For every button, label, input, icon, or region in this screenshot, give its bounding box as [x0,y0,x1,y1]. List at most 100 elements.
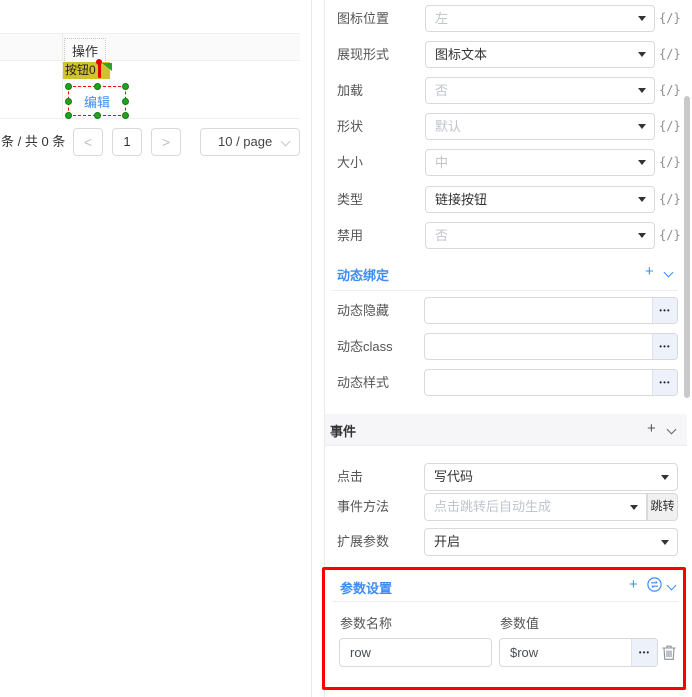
select-value: 链接按钮 [435,187,487,212]
pin-flag-shape [102,63,112,71]
dynamic-style-input[interactable]: ••• [424,369,678,396]
code-binding-icon[interactable]: {/} [659,113,681,140]
add-binding-icon[interactable]: + [645,263,654,280]
dynamic-hide-input[interactable]: ••• [424,297,678,324]
code-binding-icon[interactable]: {/} [659,5,681,32]
dynamic-binding-title: 动态绑定 [337,265,389,284]
select-value: 否 [435,78,448,103]
param-name-header: 参数名称 [340,613,392,632]
resize-handle-sw[interactable] [65,112,72,119]
resize-handle-se[interactable] [122,112,129,119]
selection-box[interactable]: 编辑 [68,86,126,116]
click-event-select[interactable]: 写代码 [424,463,678,491]
resize-handle-nw[interactable] [65,83,72,90]
pagination-prev-button[interactable]: < [73,128,103,156]
caret-down-icon [638,197,646,202]
collapse-chevron-icon[interactable] [664,268,674,278]
code-binding-icon[interactable]: {/} [659,149,681,176]
field-label-dynamic-class: 动态class [337,333,393,360]
field-label-dynamic-style: 动态样式 [337,369,389,396]
table-header-row [0,33,300,61]
chevron-down-icon [281,137,291,147]
resize-handle-w[interactable] [65,98,72,105]
display-form-select[interactable]: 图标文本 [425,41,655,68]
resize-handle-s[interactable] [94,112,101,119]
dynamic-class-input[interactable]: ••• [424,333,678,360]
param-value-input[interactable]: $row ••• [499,638,658,667]
collapse-chevron-icon[interactable] [667,425,677,435]
more-button[interactable]: ••• [652,370,677,395]
more-button[interactable]: ••• [652,298,677,323]
add-event-icon[interactable]: + [647,420,656,437]
disabled-select[interactable]: 否 [425,222,655,249]
pagination-page-1-button[interactable]: 1 [112,128,142,156]
extend-params-select[interactable]: 开启 [424,528,678,556]
pagination-next-button[interactable]: > [151,128,181,156]
code-binding-icon[interactable]: {/} [659,222,681,249]
size-select[interactable]: 中 [425,149,655,176]
field-label-extend-params: 扩展参数 [337,528,389,555]
field-label-type: 类型 [337,186,363,213]
collapse-chevron-icon[interactable] [667,581,677,591]
select-value: 写代码 [434,464,473,490]
loading-select[interactable]: 否 [425,77,655,104]
pin-head-shape [96,59,102,65]
param-settings-section: 参数设置 + 参数名称 参数值 row $row ••• [322,567,686,690]
event-method-select[interactable]: 点击跳转后自动生成 [424,493,647,521]
table-row-divider [0,118,300,119]
icon-position-select[interactable]: 左 [425,5,655,32]
code-binding-icon[interactable]: {/} [659,41,681,68]
field-label-display-form: 展现形式 [337,41,389,68]
ellipsis-icon: ••• [659,378,670,387]
caret-down-icon [638,88,646,93]
section-divider [331,290,678,291]
param-name-value: row [350,639,371,666]
add-param-icon[interactable]: + [629,576,638,593]
select-value: 开启 [434,529,460,555]
caret-down-icon [638,52,646,57]
param-settings-title: 参数设置 [340,578,392,597]
select-value: 否 [435,223,448,248]
more-button[interactable]: ••• [631,639,657,666]
caret-down-icon [638,16,646,21]
select-value: 图标文本 [435,42,487,67]
panel-scrollbar[interactable] [684,96,690,398]
select-value: 左 [435,6,448,31]
canvas-right-border [311,0,312,697]
field-label-loading: 加载 [337,77,363,104]
page-size-select[interactable]: 10 / page [200,128,300,156]
app-frame: 操作 按钮0 编辑 条 / 共 0 条 < 1 > 10 / page 图标位置… [0,0,692,697]
type-select[interactable]: 链接按钮 [425,186,655,213]
resize-handle-ne[interactable] [122,83,129,90]
param-value-value: $row [510,639,538,666]
shape-select[interactable]: 默认 [425,113,655,140]
param-name-input[interactable]: row [339,638,492,667]
events-title: 事件 [330,421,356,440]
caret-down-icon [630,505,638,510]
caret-down-icon [638,124,646,129]
marker-pin-icon [94,59,114,83]
section-divider [332,601,679,602]
page-size-value: 10 / page [218,134,272,149]
delete-param-icon[interactable] [661,644,677,661]
field-label-size: 大小 [337,149,363,176]
field-label-disabled: 禁用 [337,222,363,249]
code-binding-icon[interactable]: {/} [659,186,681,213]
resize-handle-n[interactable] [94,83,101,90]
events-section-header: 事件 + [325,414,687,446]
resize-handle-e[interactable] [122,98,129,105]
select-value: 中 [435,150,448,175]
caret-down-icon [638,233,646,238]
transfer-icon[interactable] [647,577,662,592]
select-placeholder: 点击跳转后自动生成 [434,494,551,520]
select-value: 默认 [435,114,461,139]
pagination-total: 条 / 共 0 条 [1,128,65,156]
param-value-header: 参数值 [500,613,539,632]
field-label-dynamic-hide: 动态隐藏 [337,297,389,324]
edit-button[interactable]: 编辑 [69,87,125,115]
code-binding-icon[interactable]: {/} [659,77,681,104]
jump-button[interactable]: 跳转 [647,493,678,521]
more-button[interactable]: ••• [652,334,677,359]
caret-down-icon [661,540,669,545]
ellipsis-icon: ••• [639,648,650,657]
